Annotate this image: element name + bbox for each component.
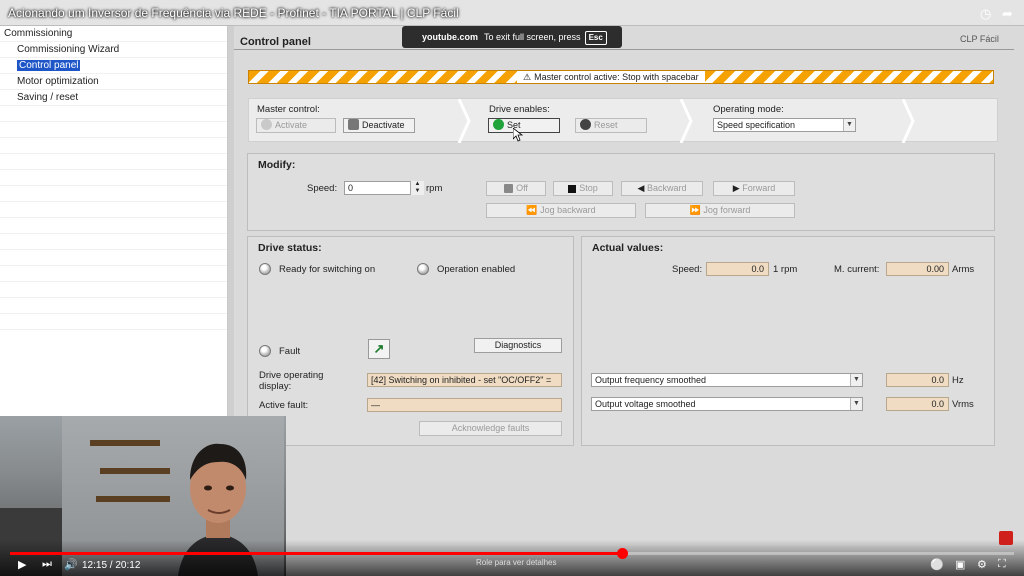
- current-label: M. current:: [834, 264, 880, 275]
- off-button[interactable]: Off: [486, 181, 546, 196]
- actual-values-title: Actual values:: [592, 242, 664, 254]
- fault-led-icon: [259, 345, 271, 357]
- tree-item-commissioning-wizard[interactable]: Commissioning Wizard: [0, 42, 227, 58]
- settings-gear-icon[interactable]: ⚙: [977, 558, 987, 571]
- hand-icon: [261, 119, 272, 130]
- stop-button[interactable]: Stop: [553, 181, 613, 196]
- stop-icon: [568, 185, 577, 193]
- signal-select-1[interactable]: Output frequency smoothed ▼: [591, 373, 863, 387]
- clock-icon[interactable]: ◷: [980, 6, 991, 22]
- signal-unit-2: Vrms: [952, 399, 974, 410]
- hand-icon: [348, 119, 359, 130]
- video-title[interactable]: Acionando um Inversor de Frequência via …: [8, 6, 459, 20]
- progress-bar[interactable]: [10, 548, 1014, 559]
- master-control-label: Master control:: [257, 104, 320, 115]
- actual-speed-label: Speed:: [672, 264, 703, 275]
- subtitles-icon[interactable]: ▣: [955, 558, 965, 571]
- signal-unit-1: Hz: [952, 375, 964, 386]
- progress-fill: [10, 552, 623, 555]
- speed-stepper[interactable]: ▲ ▼: [410, 181, 424, 195]
- op-display-label: Drive operating display:: [259, 370, 324, 392]
- check-icon: [493, 119, 504, 130]
- tree-item-saving-reset[interactable]: Saving / reset: [0, 90, 227, 106]
- jog-forward-button[interactable]: ⏩ Jog forward: [645, 203, 795, 218]
- current-field: 0.00: [886, 262, 949, 276]
- ready-led-icon: [259, 263, 271, 275]
- time-display: 12:15 / 20:12: [82, 560, 141, 571]
- fullscreen-toast: youtube.com To exit full screen, press Esc: [402, 26, 622, 48]
- drive-enables-label: Drive enables:: [489, 104, 550, 115]
- drive-status-title: Drive status:: [258, 242, 322, 254]
- double-left-icon: ⏪: [526, 205, 541, 215]
- acknowledge-faults-button[interactable]: Acknowledge faults: [419, 421, 562, 436]
- deactivate-button[interactable]: Deactivate: [343, 118, 415, 133]
- exit-fullscreen-icon[interactable]: ⛶: [998, 558, 1006, 571]
- op-display-field: [42] Switching on inhibited - set "OC/OF…: [367, 373, 562, 387]
- tree-item-control-panel[interactable]: Control panel: [0, 58, 227, 74]
- tree-item-motor-optimization[interactable]: Motor optimization: [0, 74, 227, 90]
- chevron-divider-icon: [901, 99, 915, 143]
- tree-root[interactable]: Commissioning: [0, 26, 227, 42]
- warning-icon: ⚠: [523, 72, 532, 82]
- power-icon: [504, 184, 514, 193]
- operating-mode-select[interactable]: Speed specification ▼: [713, 118, 856, 132]
- signal-value-2: 0.0: [886, 397, 949, 411]
- next-icon[interactable]: ⏭: [42, 558, 52, 571]
- youtube-logo-icon[interactable]: [999, 531, 1013, 545]
- play-icon[interactable]: ▶: [18, 558, 26, 571]
- signal-value-1: 0.0: [886, 373, 949, 387]
- panel-header: Control panel: [234, 32, 1014, 50]
- active-fault-field: —: [367, 398, 562, 412]
- chevron-divider-icon: [679, 99, 693, 143]
- arrow-left-icon: ◀: [637, 183, 647, 193]
- forward-button[interactable]: ▶ Forward: [713, 181, 795, 196]
- arrow-right-icon: ▶: [732, 183, 743, 193]
- jog-backward-button[interactable]: ⏪ Jog backward: [486, 203, 636, 218]
- ready-label: Ready for switching on: [279, 264, 376, 275]
- current-unit: Arms: [952, 264, 975, 275]
- operating-mode-label: Operating mode:: [713, 104, 784, 115]
- fault-label: Fault: [279, 346, 301, 357]
- channel-badge: CLP Fácil: [960, 34, 999, 44]
- master-control-banner: ⚠ Master control active: Stop with spaceb…: [248, 70, 994, 84]
- operation-label: Operation enabled: [437, 264, 516, 275]
- speed-label: Speed:: [307, 183, 338, 194]
- speed-unit: rpm: [426, 183, 443, 194]
- actual-speed-field: 0.0: [706, 262, 769, 276]
- scroll-hint[interactable]: Role para ver detalhes: [476, 558, 557, 567]
- close-icon: [580, 119, 591, 130]
- operation-led-icon: [417, 263, 429, 275]
- panel-title: Control panel: [240, 36, 311, 48]
- open-diagnostics-arrow-icon[interactable]: ↗: [368, 339, 390, 359]
- chevron-divider-icon: [457, 99, 471, 143]
- chevron-down-icon: ▼: [843, 119, 855, 131]
- app-frame: Acionando um Inversor de Frequência via …: [0, 0, 1024, 576]
- share-icon[interactable]: ➦: [1002, 6, 1013, 22]
- active-fault-label: Active fault:: [259, 400, 309, 411]
- activate-button[interactable]: Activate: [256, 118, 336, 133]
- double-right-icon: ⏩: [689, 205, 704, 215]
- actual-speed-unit: 1 rpm: [773, 264, 798, 275]
- diagnostics-button[interactable]: Diagnostics: [474, 338, 562, 353]
- reset-button[interactable]: Reset: [575, 118, 647, 133]
- signal-select-2[interactable]: Output voltage smoothed ▼: [591, 397, 863, 411]
- chevron-down-icon: ▼: [850, 398, 862, 410]
- volume-icon[interactable]: 🔊: [64, 558, 78, 571]
- mouse-cursor-icon: [513, 128, 523, 142]
- project-tree: Commissioning Commissioning Wizard Contr…: [0, 26, 228, 416]
- set-button[interactable]: Set: [488, 118, 560, 133]
- chevron-down-icon: ▼: [850, 374, 862, 386]
- esc-key-badge: Esc: [584, 31, 607, 45]
- autoplay-toggle-icon[interactable]: ⚪: [930, 558, 944, 571]
- modify-title: Modify:: [258, 159, 296, 171]
- backward-button[interactable]: ◀ Backward: [621, 181, 703, 196]
